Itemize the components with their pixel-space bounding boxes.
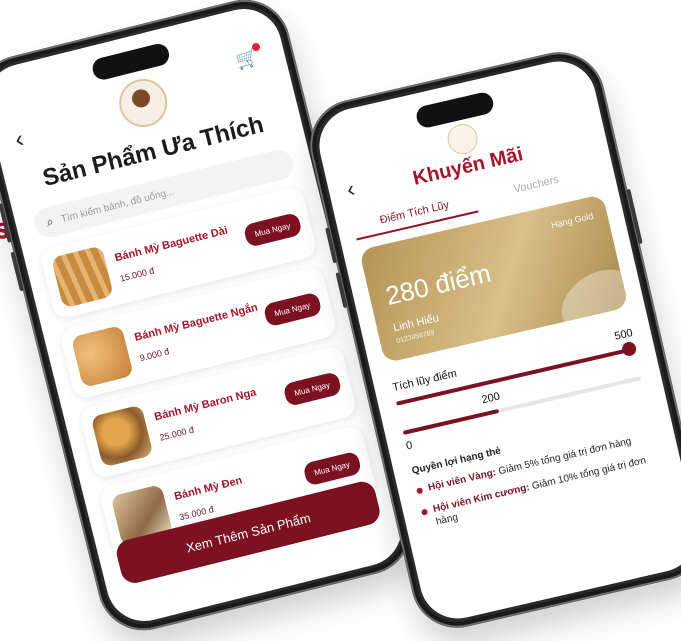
bakery-logo (444, 121, 481, 158)
product-image (50, 245, 114, 309)
progress-knob[interactable] (620, 340, 638, 358)
back-arrow-icon[interactable]: ‹ (12, 125, 27, 154)
product-image (90, 404, 154, 468)
tier-progress-fill (402, 408, 500, 435)
search-placeholder: Tìm kiếm bánh, đồ uống... (59, 185, 176, 225)
membership-tier: Hạng Gold (550, 210, 595, 231)
bakery-logo (114, 73, 173, 133)
min-points-label: 0 (405, 439, 414, 453)
bullet-icon (420, 508, 429, 516)
mid-points-label: 200 (480, 390, 502, 407)
points-value: 280 điểm (382, 257, 494, 311)
buy-now-button[interactable]: Mua Ngay (242, 211, 303, 248)
buy-now-button[interactable]: Mua Ngay (281, 370, 343, 407)
product-image (70, 324, 134, 388)
bullet-icon (416, 487, 424, 495)
buy-now-button[interactable]: Mua Ngay (262, 291, 323, 328)
cart-badge (251, 42, 261, 52)
search-icon: ⌕ (44, 213, 56, 230)
dynamic-island (414, 90, 496, 130)
max-points-label: 500 (613, 326, 634, 343)
tier-benefits: Quyền lợi hạng thẻ Hội viên Vàng: Giảm 5… (411, 410, 672, 540)
buy-now-button[interactable]: Mua Ngay (301, 450, 363, 487)
